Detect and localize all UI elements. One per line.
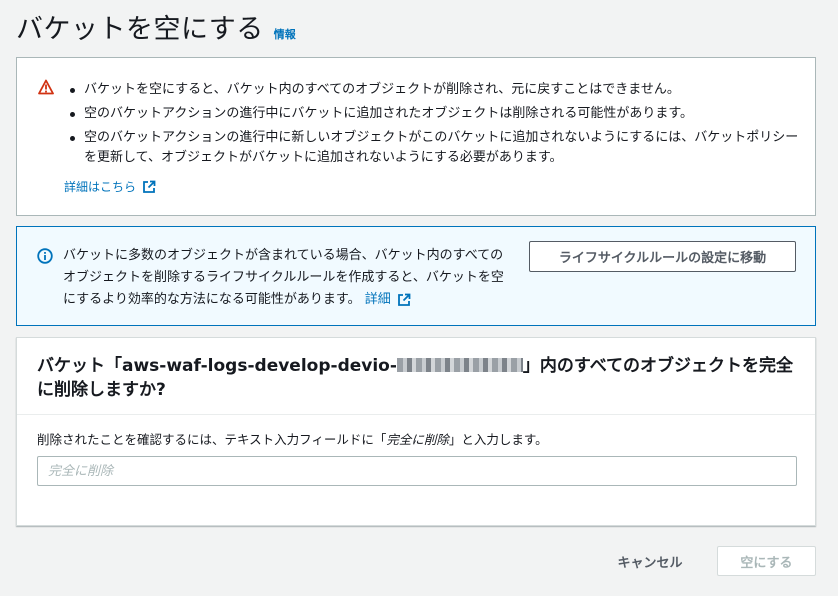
page-title: バケットを空にする	[16, 14, 264, 45]
lifecycle-rule-button[interactable]: ライフサイクルルールの設定に移動	[529, 241, 796, 272]
warning-item: 空のバケットアクションの進行中にバケットに追加されたオブジェクトは削除される可能…	[67, 104, 802, 124]
learn-more-label: 詳細はこちら	[64, 180, 137, 194]
panel-title-prefix: バケット「aws-waf-logs-develop-devio-	[37, 356, 397, 376]
learn-more-link[interactable]: 詳細はこちら	[64, 178, 156, 195]
warning-icon	[38, 79, 54, 95]
confirm-label-prefix: 削除されたことを確認するには、テキスト入力フィールドに「	[37, 432, 387, 447]
warning-item: バケットを空にすると、バケット内のすべてのオブジェクトが削除され、元に戻すことは…	[67, 80, 802, 100]
panel-header: バケット「aws-waf-logs-develop-devio- 」内のすべてのオ…	[17, 338, 815, 415]
detail-link[interactable]: 詳細	[365, 289, 411, 311]
confirm-panel: バケット「aws-waf-logs-develop-devio- 」内のすべてのオ…	[16, 337, 816, 526]
page-header: バケットを空にする 情報	[16, 12, 296, 48]
warning-alert: バケットを空にすると、バケット内のすべてのオブジェクトが削除され、元に戻すことは…	[16, 57, 816, 216]
external-link-icon	[397, 293, 411, 306]
confirm-label-suffix: 」と入力します。	[448, 432, 548, 447]
external-link-icon	[143, 180, 156, 193]
info-alert: バケットに多数のオブジェクトが含まれている場合、バケット内のすべてのオブジェクト…	[16, 226, 816, 326]
detail-link-label: 詳細	[364, 292, 391, 307]
panel-title: バケット「aws-waf-logs-develop-devio- 」内のすべてのオ…	[37, 354, 795, 402]
info-icon	[37, 248, 53, 264]
confirm-label: 削除されたことを確認するには、テキスト入力フィールドに「完全に削除」と入力します…	[37, 430, 795, 450]
empty-bucket-button[interactable]: 空にする	[717, 546, 816, 576]
warning-item: 空のバケットアクションの進行中に新しいオブジェクトがこのバケットに追加されないよ…	[67, 128, 802, 168]
panel-body: 削除されたことを確認するには、テキスト入力フィールドに「完全に削除」と入力します…	[17, 415, 815, 486]
info-link[interactable]: 情報	[274, 26, 296, 42]
masked-bucket-suffix	[396, 358, 523, 372]
info-message: バケットに多数のオブジェクトが含まれている場合、バケット内のすべてのオブジェクト…	[63, 248, 504, 307]
confirm-keyword: 完全に削除	[386, 432, 449, 447]
confirm-input[interactable]	[37, 456, 797, 486]
info-text: バケットに多数のオブジェクトが含まれている場合、バケット内のすべてのオブジェクト…	[63, 245, 513, 311]
cancel-button[interactable]: キャンセル	[600, 546, 700, 576]
warning-list: バケットを空にすると、バケット内のすべてのオブジェクトが削除され、元に戻すことは…	[67, 80, 802, 172]
